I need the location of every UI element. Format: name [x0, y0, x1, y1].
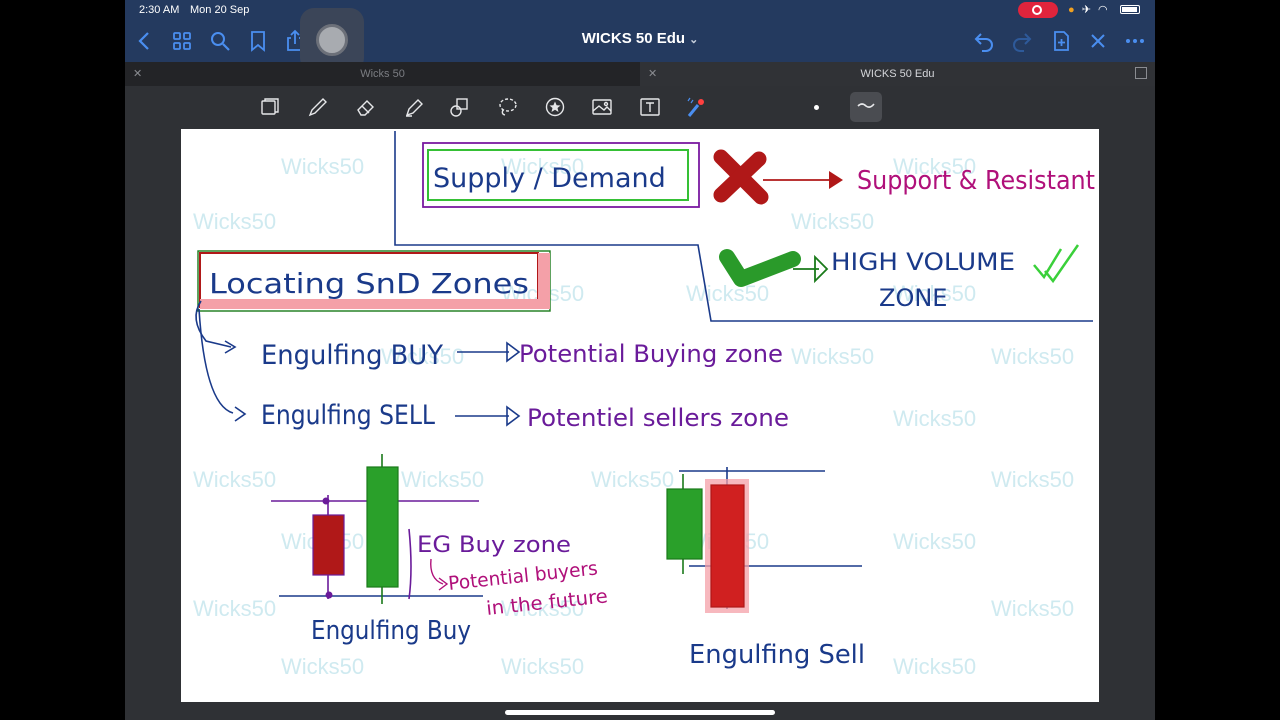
watermark-text: Wicks50 [893, 529, 976, 554]
document-title-text: WICKS 50 Edu [581, 30, 686, 47]
more-icon[interactable] [1123, 29, 1147, 53]
watermark-text: Wicks50 [401, 467, 484, 492]
tab-label: Wicks 50 [360, 68, 405, 80]
undo-icon[interactable] [972, 29, 996, 53]
laser-icon[interactable] [682, 96, 710, 122]
notes-app: 2:30 AM Mon 20 Sep ● ✈ ◠ WICKS 50 Edu⌄ [125, 0, 1155, 720]
sticker-icon[interactable] [541, 96, 569, 122]
wick-dot [322, 497, 330, 505]
watermark-text: Wicks50 [991, 344, 1074, 369]
pages-icon[interactable] [256, 96, 284, 122]
tab-close-icon[interactable]: ✕ [133, 62, 142, 86]
watermark-text: Wicks50 [991, 467, 1074, 492]
mic-indicator-icon: ● [1068, 4, 1077, 16]
high-volume-text: HIGH VOLUME [831, 248, 1015, 276]
shapes-icon[interactable] [446, 96, 474, 122]
close-icon[interactable] [1086, 29, 1110, 53]
watermark-text: Wicks50 [893, 654, 976, 679]
pen-icon[interactable] [304, 96, 332, 122]
eraser-icon[interactable] [352, 96, 380, 122]
stroke-style-icon[interactable] [850, 92, 882, 122]
lasso-icon[interactable] [494, 96, 522, 122]
tab-label: WICKS 50 Edu [860, 68, 935, 80]
caption-engulfing-sell: Engulfing Sell [689, 640, 865, 670]
redo-icon[interactable] [1010, 29, 1034, 53]
tab-close-icon[interactable]: ✕ [648, 62, 657, 86]
engulfing-sell-text: Engulfing SELL [261, 400, 435, 431]
highlight-strip [200, 299, 550, 309]
home-indicator[interactable] [505, 710, 775, 715]
airplane-icon: ✈ [1081, 4, 1093, 16]
tab-bar: ✕ Wicks 50 ✕ WICKS 50 Edu [125, 62, 1155, 86]
potential-sellers-text: Potentiel sellers zone [527, 404, 789, 432]
watermark-text: Wicks50 [591, 467, 674, 492]
eg-buy-zone-text: EG Buy zone [417, 533, 571, 558]
note-page[interactable]: Wicks50 Wicks50 Wicks50 Wicks50 Wicks50 … [181, 129, 1099, 702]
watermark-text: Wicks50 [193, 209, 276, 234]
watermark-text: Wicks50 [193, 467, 276, 492]
watermark-text: Wicks50 [893, 406, 976, 431]
green-check-icon [719, 249, 801, 287]
stroke-size-dot[interactable] [814, 105, 819, 110]
watermark-text: Wicks50 [991, 596, 1074, 621]
red-cross-icon [713, 149, 769, 205]
double-check-icon [1033, 244, 1080, 284]
wifi-icon: ◠ [1098, 4, 1110, 16]
branch-arrow-line [198, 308, 234, 414]
status-date: Mon 20 Sep [190, 4, 250, 16]
potential-buying-text: Potential Buying zone [519, 340, 783, 368]
bracket-line [408, 528, 412, 600]
tab-wicks-50[interactable]: ✕ Wicks 50 [125, 62, 640, 86]
bullish-candle [366, 466, 399, 588]
arrow-head-icon [829, 171, 843, 189]
image-icon[interactable] [588, 96, 616, 122]
support-resistance-text: Support & Resistant [857, 166, 1095, 196]
highlighter-icon[interactable] [400, 96, 428, 122]
wick-dot [325, 591, 333, 599]
locating-snd-text: Locating SnD Zones [209, 267, 529, 300]
bearish-candle [710, 484, 745, 608]
status-icons: ● ✈ ◠ [1068, 3, 1110, 16]
engulfing-sell-diagram: Engulfing Sell [666, 467, 865, 670]
watermark-text: Wicks50 [193, 596, 276, 621]
watermark-text: Wicks50 [686, 281, 769, 306]
tab-wicks-50-edu[interactable]: ✕ WICKS 50 Edu [640, 62, 1155, 86]
watermark-text: Wicks50 [791, 209, 874, 234]
caption-engulfing-buy: Engulfing Buy [311, 616, 471, 646]
screen-recording-icon[interactable] [1018, 2, 1058, 18]
add-page-icon[interactable] [1049, 29, 1073, 53]
status-bar: 2:30 AM Mon 20 Sep ● ✈ ◠ [125, 0, 1155, 20]
arrow-head-icon [234, 406, 247, 422]
status-time: 2:30 AM [139, 4, 180, 16]
drawing-toolbar [125, 86, 1155, 130]
split-view-icon[interactable] [1135, 67, 1147, 79]
nav-bar: WICKS 50 Edu ⌄ [125, 8, 1155, 72]
supply-demand-text: Supply / Demand [433, 163, 666, 194]
watermark-text: Wicks50 [791, 344, 874, 369]
watermark-text: Wicks50 [501, 654, 584, 679]
note-canvas: Wicks50 Wicks50 Wicks50 Wicks50 Wicks50 … [193, 131, 1095, 679]
battery-icon [1120, 5, 1140, 14]
watermark-text: Wicks50 [281, 654, 364, 679]
bullish-candle [666, 488, 703, 560]
zone-text: ZONE [879, 284, 947, 312]
bearish-candle [312, 514, 345, 576]
document-title[interactable]: WICKS 50 Edu ⌄ [125, 30, 1155, 47]
text-icon[interactable] [636, 96, 664, 122]
watermark-text: Wicks50 [281, 154, 364, 179]
chevron-down-icon: ⌄ [689, 34, 699, 46]
engulfing-buy-text: Engulfing BUY [261, 340, 443, 371]
